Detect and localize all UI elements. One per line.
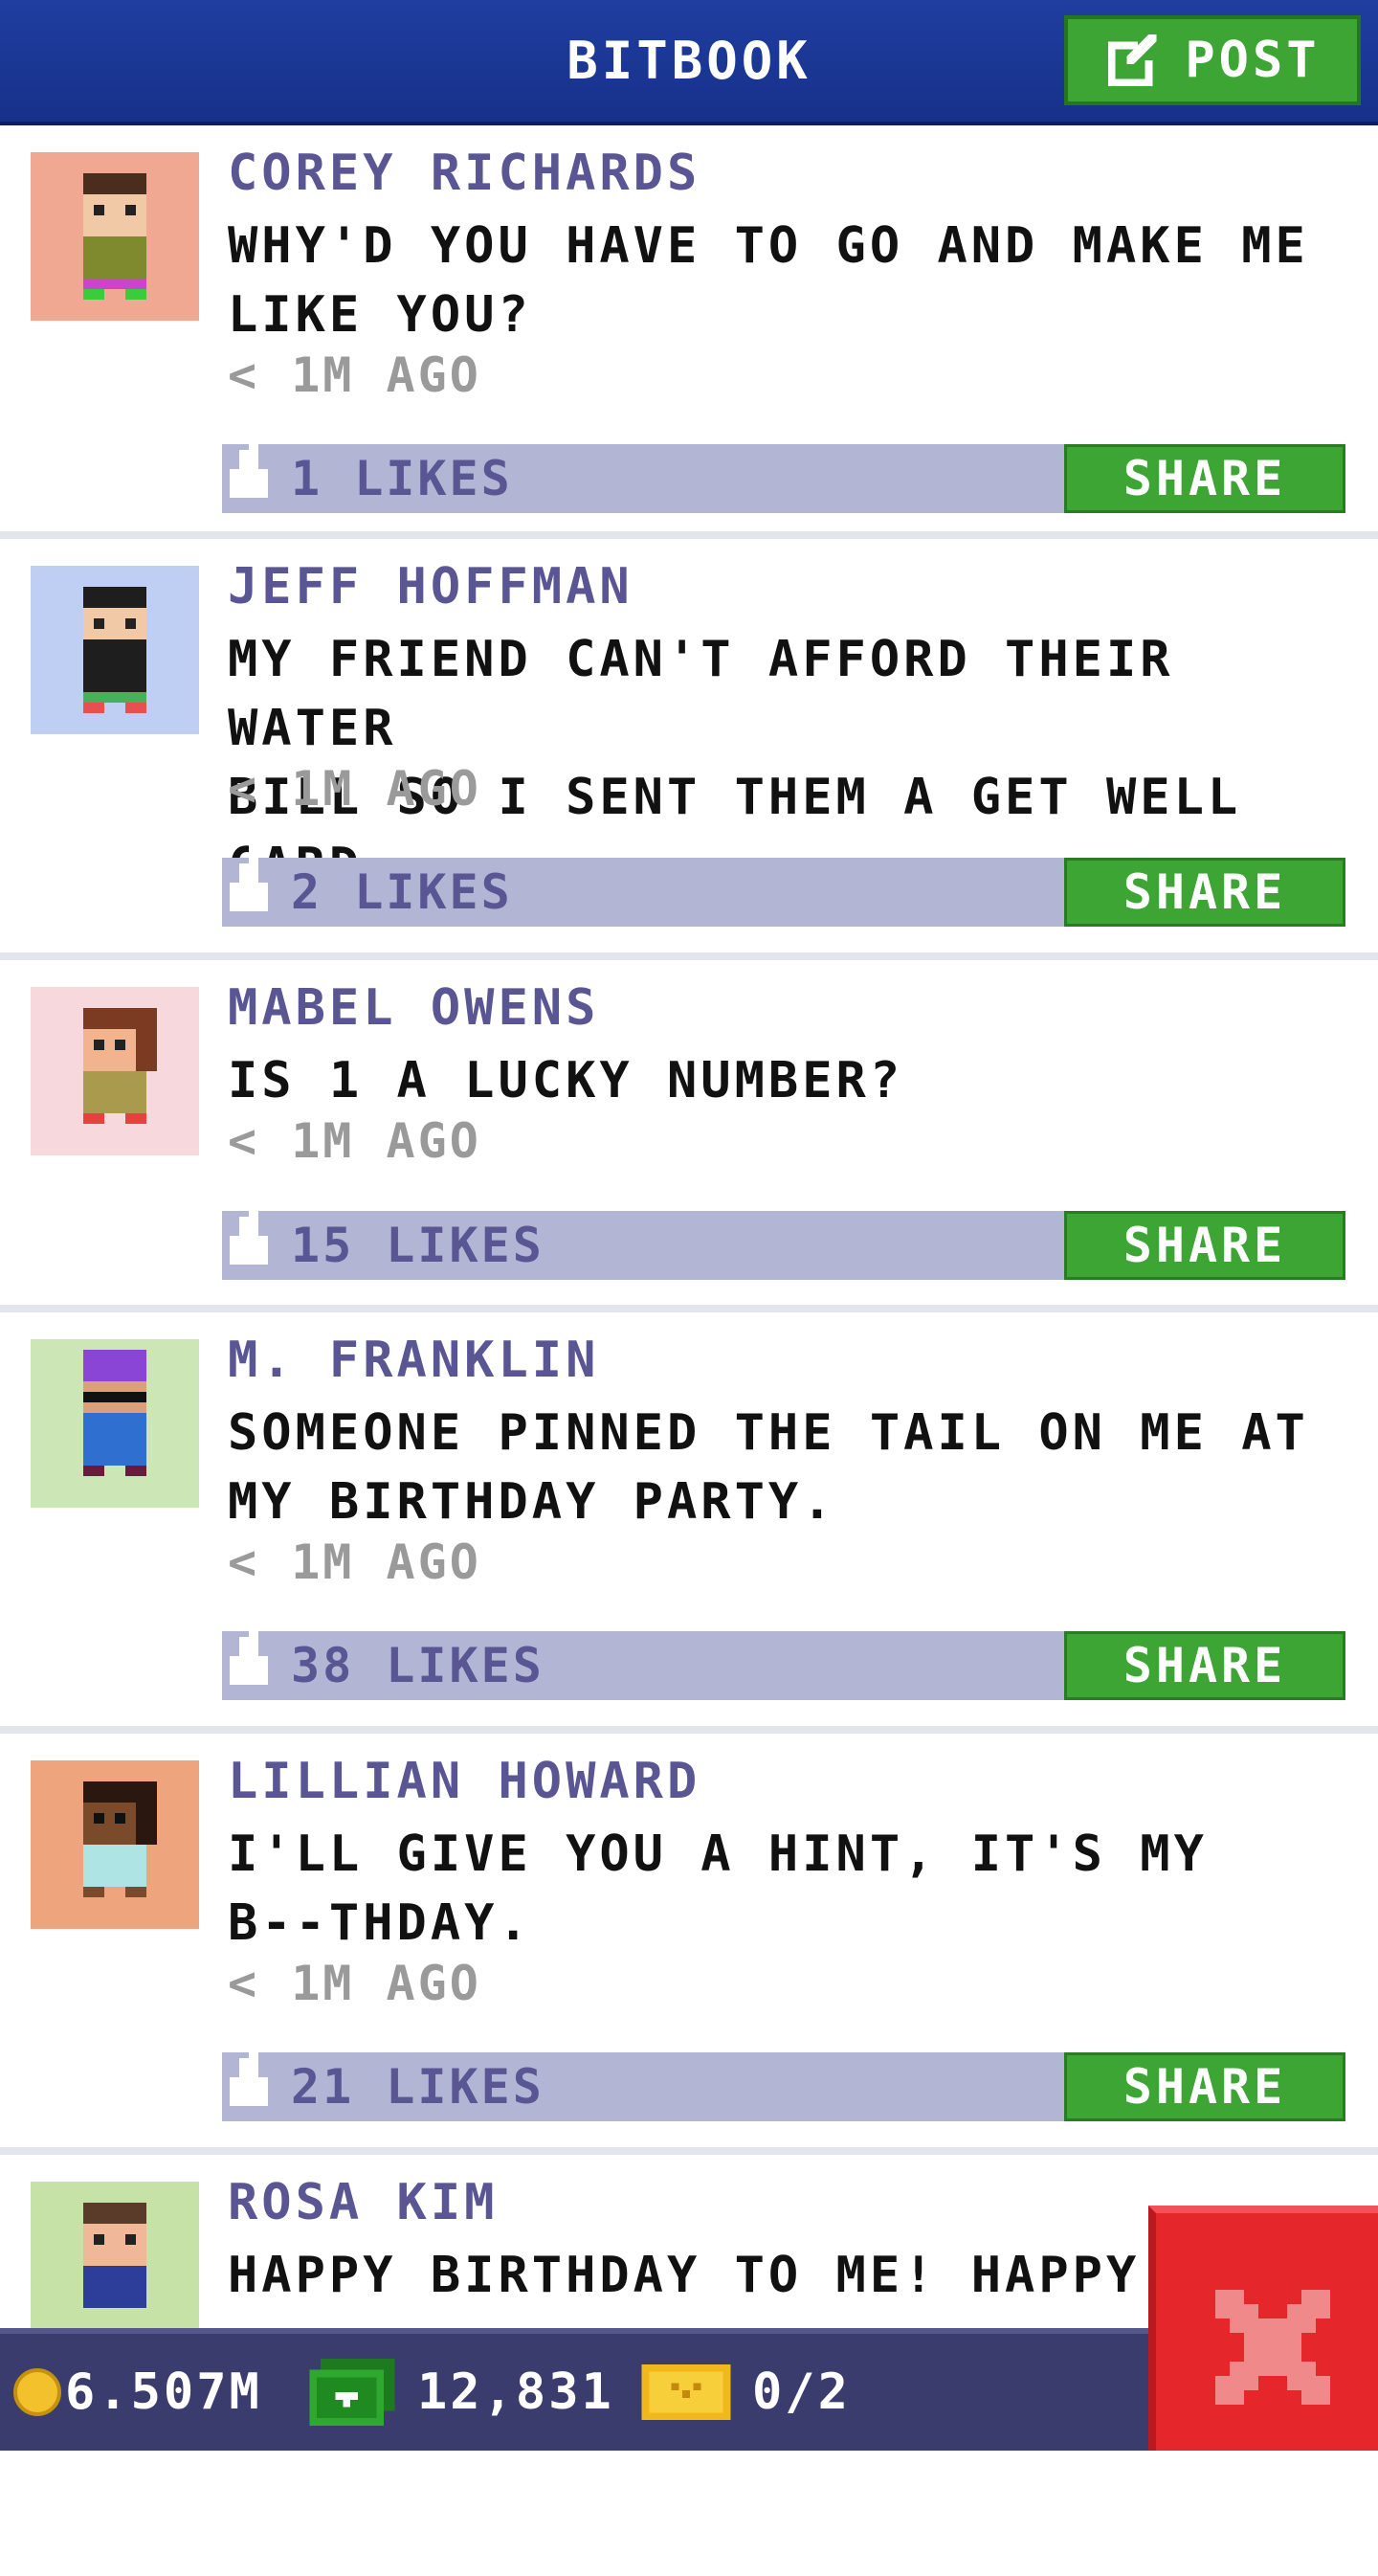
likes-bar: 38 LIKES SHARE bbox=[222, 1618, 1345, 1700]
post-message: SOMEONE PINNED THE TAIL ON ME AT MY BIRT… bbox=[228, 1404, 1309, 1531]
thumb-up-icon[interactable] bbox=[220, 1198, 278, 1274]
share-button[interactable]: SHARE bbox=[1064, 1631, 1345, 1700]
post-timestamp: < 1M AGO bbox=[228, 1956, 481, 2011]
post-author[interactable]: M. FRANKLIN bbox=[228, 1332, 599, 1389]
share-button[interactable]: SHARE bbox=[1064, 2052, 1345, 2121]
avatar bbox=[31, 987, 199, 1155]
feed-post: M. FRANKLIN SOMEONE PINNED THE TAIL ON M… bbox=[0, 1312, 1378, 1734]
coin-icon bbox=[13, 2368, 61, 2416]
feed-post: JEFF HOFFMAN MY FRIEND CAN'T AFFORD THEI… bbox=[0, 539, 1378, 960]
likes-count: 21 LIKES bbox=[291, 2059, 545, 2115]
post-message: I'LL GIVE YOU A HINT, IT'S MY B--THDAY. bbox=[228, 1826, 1208, 1952]
share-button[interactable]: SHARE bbox=[1064, 858, 1345, 927]
share-button[interactable]: SHARE bbox=[1064, 444, 1345, 513]
ticket-icon bbox=[641, 2364, 731, 2420]
post-button-label: POST bbox=[1185, 32, 1321, 89]
post-timestamp: < 1M AGO bbox=[228, 761, 481, 817]
post-button[interactable]: POST bbox=[1064, 15, 1361, 105]
close-button[interactable] bbox=[1148, 2206, 1378, 2451]
thumb-up-icon[interactable] bbox=[220, 2039, 278, 2116]
bux-value: 12,831 bbox=[417, 2363, 614, 2421]
coins-value: 6.507M bbox=[65, 2363, 262, 2421]
likes-count: 15 LIKES bbox=[291, 1218, 545, 1273]
likes-count: 38 LIKES bbox=[291, 1638, 545, 1693]
post-author[interactable]: MABEL OWENS bbox=[228, 979, 599, 1037]
bux-counter[interactable]: 12,831 bbox=[308, 2334, 614, 2451]
post-timestamp: < 1M AGO bbox=[228, 347, 481, 403]
edit-icon bbox=[1108, 34, 1157, 87]
share-button[interactable]: SHARE bbox=[1064, 1211, 1345, 1280]
avatar bbox=[31, 152, 199, 321]
post-timestamp: < 1M AGO bbox=[228, 1534, 481, 1590]
thumb-up-icon[interactable] bbox=[220, 844, 278, 921]
post-timestamp: < 1M AGO bbox=[228, 1113, 481, 1169]
app-header: BITBOOK POST bbox=[0, 0, 1378, 125]
post-author[interactable]: LILLIAN HOWARD bbox=[228, 1753, 700, 1810]
feed-post: COREY RICHARDS WHY'D YOU HAVE TO GO AND … bbox=[0, 125, 1378, 539]
likes-bar: 15 LIKES SHARE bbox=[222, 1198, 1345, 1280]
avatar bbox=[31, 1760, 199, 1929]
thumb-up-icon[interactable] bbox=[220, 1618, 278, 1694]
cash-icon bbox=[309, 2359, 395, 2426]
avatar bbox=[31, 566, 199, 734]
avatar bbox=[31, 1339, 199, 1508]
tickets-value: 0/2 bbox=[752, 2363, 851, 2421]
tickets-counter[interactable]: 0/2 bbox=[641, 2334, 851, 2451]
likes-count: 1 LIKES bbox=[291, 451, 513, 506]
likes-bar: 21 LIKES SHARE bbox=[222, 2039, 1345, 2121]
post-message: WHY'D YOU HAVE TO GO AND MAKE ME LIKE YO… bbox=[228, 217, 1309, 344]
post-author[interactable]: ROSA KIM bbox=[228, 2174, 498, 2231]
post-author[interactable]: JEFF HOFFMAN bbox=[228, 558, 633, 616]
likes-bar: 2 LIKES SHARE bbox=[222, 844, 1345, 927]
avatar bbox=[31, 2182, 199, 2350]
likes-bar: 1 LIKES SHARE bbox=[222, 431, 1345, 513]
coins-counter: 6.507M bbox=[13, 2334, 262, 2451]
post-author[interactable]: COREY RICHARDS bbox=[228, 145, 700, 202]
post-message: IS 1 A LUCKY NUMBER? bbox=[228, 1052, 904, 1109]
feed-post: MABEL OWENS IS 1 A LUCKY NUMBER? < 1M AG… bbox=[0, 960, 1378, 1312]
thumb-up-icon[interactable] bbox=[220, 431, 278, 507]
close-icon bbox=[1215, 2290, 1330, 2405]
feed-post: LILLIAN HOWARD I'LL GIVE YOU A HINT, IT'… bbox=[0, 1734, 1378, 2155]
likes-count: 2 LIKES bbox=[291, 864, 513, 920]
